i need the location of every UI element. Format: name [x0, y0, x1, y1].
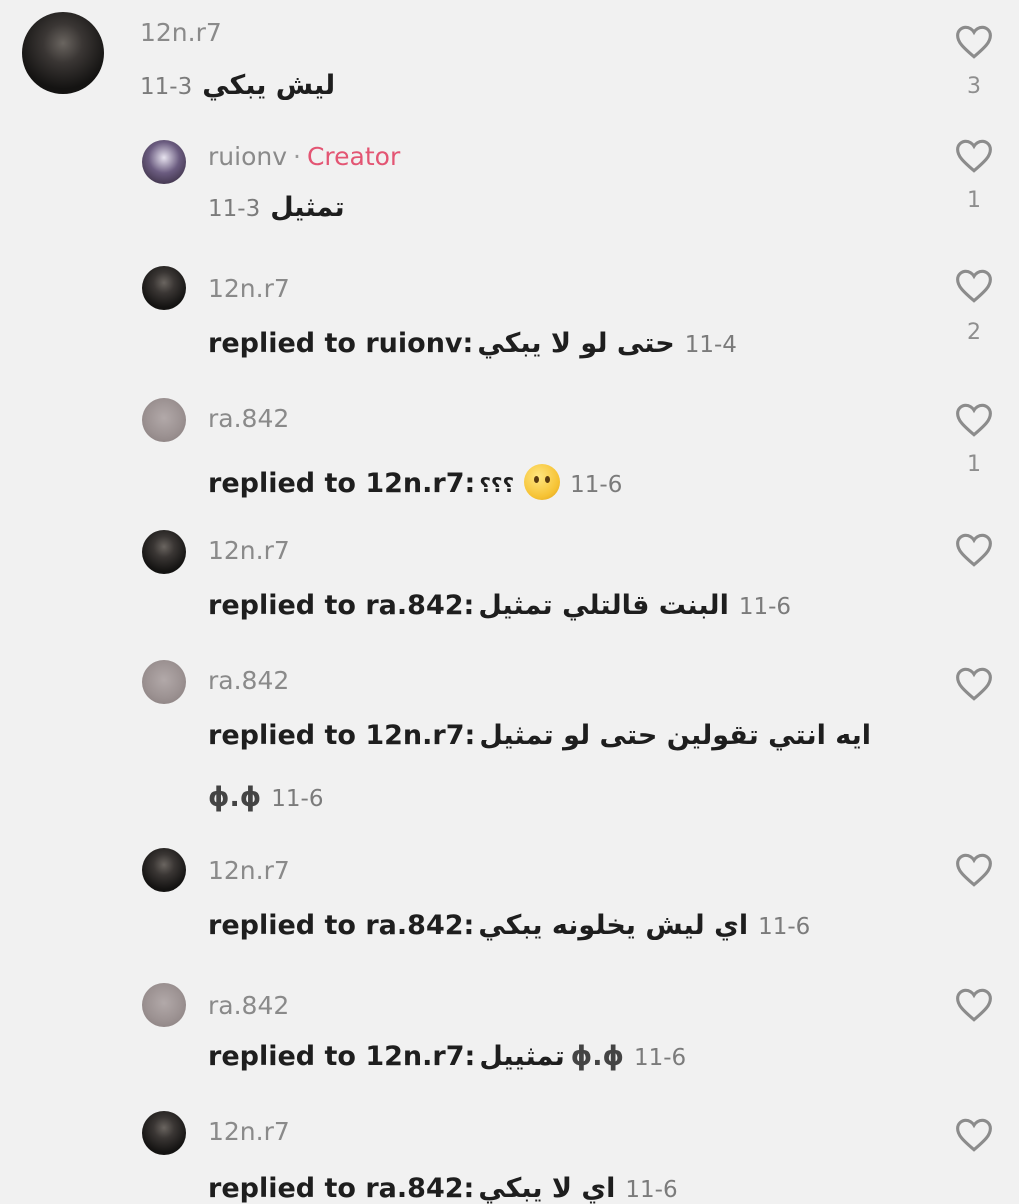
like-count: 1	[967, 188, 981, 213]
reply-item: 12n.r7 replied to ra.842: اي لا يبكي 11-6	[0, 1105, 1019, 1204]
reply-item: ra.842 replied to 12n.r7: ؟؟؟ 11-6 1	[0, 390, 1019, 520]
avatar[interactable]	[142, 983, 186, 1027]
comment-date: 11-6	[633, 1045, 687, 1071]
heart-outline-icon[interactable]	[954, 24, 994, 60]
reply-username[interactable]: 12n.r7	[208, 274, 290, 303]
heart-outline-icon[interactable]	[954, 402, 994, 438]
reply-prefix[interactable]: replied to ra.842:	[208, 910, 474, 941]
heart-outline-icon[interactable]	[954, 666, 994, 702]
comment-body: حتى لو لا يبكي	[477, 328, 675, 359]
heart-outline-icon[interactable]	[954, 987, 994, 1023]
reply-text: replied to 12n.r7: ايه انتي تقولين حتى لو…	[208, 720, 871, 751]
comment-body: اي لا يبكي	[478, 1173, 616, 1204]
reply-text: replied to ruionv: حتى لو لا يبكي 11-4	[208, 328, 737, 359]
emoticon: ϕ.ϕ	[208, 782, 262, 813]
comment-body: ليش يبكي	[202, 70, 336, 101]
comment-text: 11-3 ليش يبكي	[140, 70, 335, 101]
reply-username[interactable]: ra.842	[208, 404, 289, 433]
reply-text: replied to 12n.r7: ؟؟؟ 11-6	[208, 464, 622, 500]
comment-date: 11-6	[570, 472, 623, 498]
comment-date: 11-6	[271, 786, 324, 812]
comment-item: 12n.r7 11-3 ليش يبكي 3	[0, 0, 1019, 120]
heart-outline-icon[interactable]	[954, 852, 994, 888]
avatar[interactable]	[142, 398, 186, 442]
reply-text: replied to ra.842: البنت قالتلي تمثيل 11-6	[208, 590, 791, 621]
heart-outline-icon[interactable]	[954, 138, 994, 174]
reply-item: 12n.r7 replied to ra.842: البنت قالتلي تم…	[0, 520, 1019, 650]
reply-text-continued: ϕ.ϕ 11-6	[208, 782, 323, 813]
avatar[interactable]	[142, 660, 186, 704]
comment-date: 11-3	[208, 196, 261, 222]
separator: ·	[293, 142, 301, 171]
heart-outline-icon[interactable]	[954, 532, 994, 568]
reply-text: replied to ra.842: اي ليش يخلونه يبكي 11-6	[208, 910, 810, 941]
reply-prefix[interactable]: replied to 12n.r7:	[208, 720, 475, 751]
reply-username[interactable]: 12n.r7	[208, 1117, 290, 1146]
reply-item: 12n.r7 replied to ra.842: اي ليش يخلونه ي…	[0, 838, 1019, 978]
heart-outline-icon[interactable]	[954, 268, 994, 304]
like-count: 2	[967, 320, 981, 345]
reply-item: ra.842 replied to 12n.r7: ايه انتي تقولين…	[0, 650, 1019, 830]
creator-badge: Creator	[306, 142, 401, 171]
reply-item: ruionv · Creator 11-3 تمثيل 1	[0, 120, 1019, 250]
reply-text: replied to ra.842: اي لا يبكي 11-6	[208, 1173, 678, 1204]
reply-item: 12n.r7 replied to ruionv: حتى لو لا يبكي 1…	[0, 250, 1019, 390]
avatar[interactable]	[142, 530, 186, 574]
comment-date: 11-6	[625, 1177, 678, 1203]
comment-body: تمثيل	[270, 192, 345, 223]
comment-date: 11-4	[684, 332, 737, 358]
reply-username: ruionv · Creator	[208, 142, 400, 171]
heart-outline-icon[interactable]	[954, 1117, 994, 1153]
comment-body: اي ليش يخلونه يبكي	[478, 910, 749, 941]
avatar[interactable]	[142, 140, 186, 184]
comment-body: ايه انتي تقولين حتى لو تمثيل	[479, 720, 872, 751]
comment-body: ؟؟؟	[479, 473, 515, 497]
avatar[interactable]	[142, 1111, 186, 1155]
comment-body: البنت قالتلي تمثيل	[478, 590, 729, 621]
reply-username[interactable]: 12n.r7	[208, 856, 290, 885]
reply-username[interactable]: ra.842	[208, 991, 289, 1020]
comment-date: 11-3	[140, 74, 193, 100]
reply-text: 11-3 تمثيل	[208, 192, 345, 223]
reply-text: replied to 12n.r7: تمثييل ϕ.ϕ 11-6	[208, 1041, 686, 1072]
comment-body: تمثييل	[479, 1041, 565, 1072]
comment-username[interactable]: 12n.r7	[140, 18, 222, 47]
comment-date: 11-6	[738, 594, 792, 620]
reply-item: ra.842 replied to 12n.r7: تمثييل ϕ.ϕ 11-6	[0, 975, 1019, 1105]
like-count: 1	[967, 452, 981, 477]
reply-prefix[interactable]: replied to ruionv:	[208, 328, 473, 359]
emoticon: ϕ.ϕ	[570, 1041, 624, 1072]
reply-prefix[interactable]: replied to ra.842:	[208, 590, 474, 621]
reply-username[interactable]: 12n.r7	[208, 536, 290, 565]
reply-username[interactable]: ra.842	[208, 666, 289, 695]
comment-date: 11-6	[758, 914, 811, 940]
avatar[interactable]	[142, 848, 186, 892]
username[interactable]: ruionv	[208, 142, 287, 171]
reply-prefix[interactable]: replied to ra.842:	[208, 1173, 474, 1204]
avatar[interactable]	[22, 12, 104, 94]
like-count: 3	[967, 74, 981, 99]
avatar[interactable]	[142, 266, 186, 310]
slightly-smiling-face-emoji	[524, 464, 561, 500]
reply-prefix[interactable]: replied to 12n.r7:	[208, 1041, 475, 1072]
reply-prefix[interactable]: replied to 12n.r7:	[208, 468, 475, 499]
